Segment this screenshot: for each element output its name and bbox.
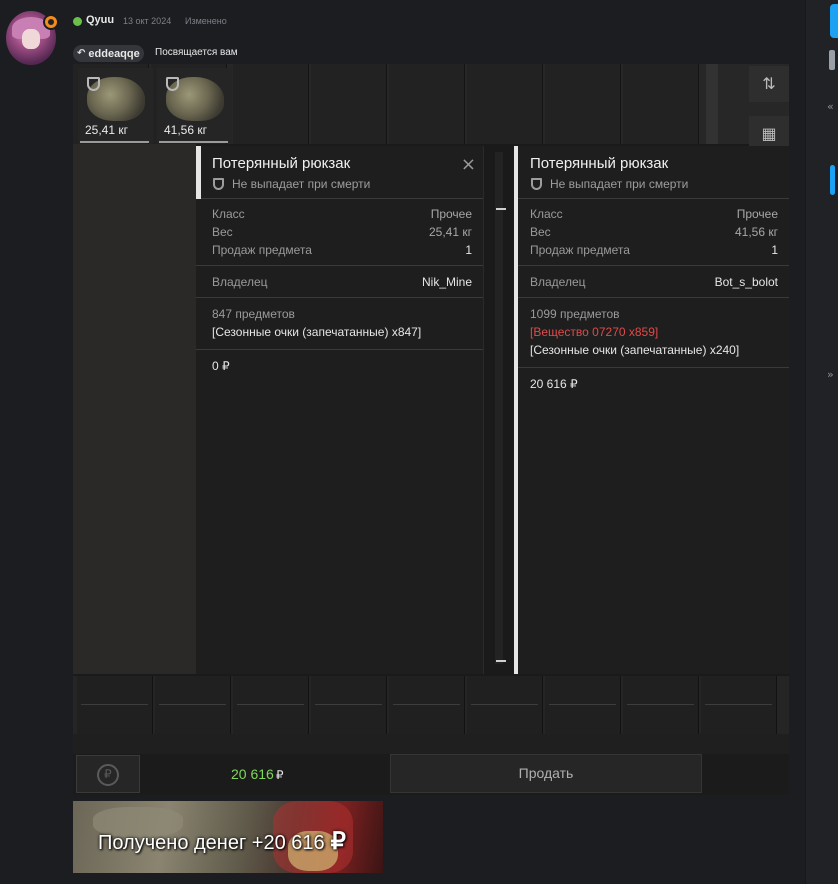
shield-icon [87,77,100,91]
shield-icon [166,77,179,91]
contents-count: 847 предметов [212,307,295,321]
shield-icon [213,178,224,190]
owner-row: Владелец Bot_s_bolot [530,275,778,289]
sell-bar: ₽ 20 616 ₽ Продать [73,754,789,795]
online-status-icon [73,17,82,26]
stat-row: Вес 25,41 кг [212,225,472,239]
tooltip-title: Потерянный рюкзак [212,155,351,172]
contents-item: [Сезонные очки (запечатанные) x240] [530,343,740,357]
tooltip-title: Потерянный рюкзак [530,155,669,172]
close-icon[interactable]: × [461,154,476,175]
recycle-button[interactable]: ₽ [76,755,140,793]
stat-row: Продаж предмета 1 [212,243,472,257]
reply-username: eddeaqqe [88,47,140,60]
stat-row: Класс Прочее [212,207,472,221]
game-screenshot[interactable]: 25,41 кг 41,56 кг ⇅ ▦ Потерянный рюкзак … [73,64,789,795]
tooltip-subtitle: Не выпадает при смерти [232,177,371,191]
scrollbar-thumb[interactable] [830,165,835,195]
chevrons-up-icon[interactable]: « [827,100,834,113]
stat-row: Класс Прочее [530,207,778,221]
sort-icon[interactable]: ⇅ [749,66,789,102]
forum-post: « » Qyuu 13 окт 2024 Изменено ↶ eddeaqqe… [0,0,838,884]
tooltip-price: 20 616 ₽ [530,377,578,391]
scene-background [73,144,196,674]
item-tooltip-left: Потерянный рюкзак Не выпадает при смерти… [196,146,483,674]
backpack-item[interactable]: 41,56 кг [157,68,232,143]
tooltip-scrollbar[interactable] [483,146,513,674]
post-text: Посвящается вам [155,47,238,58]
contents-count: 1099 предметов [530,307,620,321]
stat-row: Вес 41,56 кг [530,225,778,239]
tooltip-price: 0 ₽ [212,359,230,373]
stat-row: Продаж предмета 1 [530,243,778,257]
right-sidebar: « » [805,0,838,884]
inventory-top-row: 25,41 кг 41,56 кг ⇅ ▦ [73,64,789,152]
money-received-image[interactable]: Получено денег +20 616 ₽ [73,801,383,873]
sidebar-handle[interactable] [829,50,835,70]
owner-row: Владелец Nik_Mine [212,275,472,289]
sidebar-tab[interactable] [830,4,838,38]
contents-item-red: [Вещество 07270 x859] [530,325,659,339]
edited-label: Изменено [185,16,227,26]
reply-mention[interactable]: ↶ eddeaqqe [73,45,144,62]
item-weight: 25,41 кг [85,123,128,137]
item-tooltip-right: Потерянный рюкзак Не выпадает при смерти… [514,146,789,674]
inventory-bottom-row [73,676,789,734]
sell-button[interactable]: Продать [390,754,702,793]
sell-total: 20 616 ₽ [231,766,284,782]
tooltip-subtitle: Не выпадает при смерти [550,177,689,191]
reply-arrow-icon: ↶ [77,48,86,59]
post-date[interactable]: 13 окт 2024 [123,16,171,26]
contents-item: [Сезонные очки (запечатанные) x847] [212,325,422,339]
avatar-face [22,29,40,49]
shield-icon [531,178,542,190]
item-weight: 41,56 кг [164,123,207,137]
chevrons-down-icon[interactable]: » [827,368,834,381]
user-badge-icon [43,14,59,30]
money-received-message: Получено денег +20 616 ₽ [98,828,346,855]
username[interactable]: Qyuu [86,14,114,26]
backpack-item[interactable]: 25,41 кг [78,68,153,143]
